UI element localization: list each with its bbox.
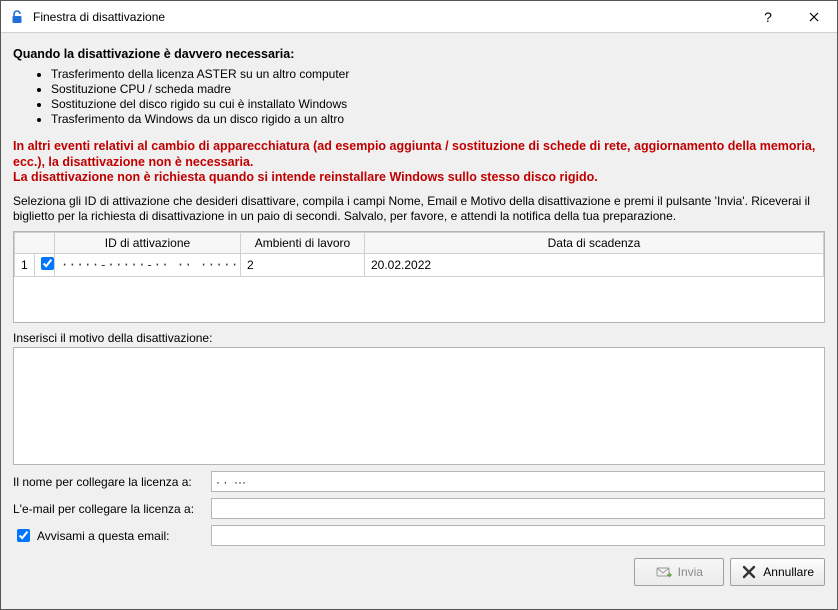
notify-checkbox[interactable] bbox=[17, 529, 30, 542]
cell-activation-id[interactable]: ·····-·····-·· ·· ····· ··· · bbox=[55, 254, 241, 277]
warning-line-2: La disattivazione non è richiesta quando… bbox=[13, 170, 598, 184]
cell-expiry[interactable]: 20.02.2022 bbox=[365, 254, 824, 277]
name-input[interactable] bbox=[211, 471, 825, 492]
table-header-seats[interactable]: Ambienti di lavoro bbox=[241, 233, 365, 254]
notify-label-wrap[interactable]: Avvisami a questa email: bbox=[13, 526, 205, 545]
lock-open-icon bbox=[9, 9, 25, 25]
deactivation-window: Finestra di disattivazione ? Quando la d… bbox=[0, 0, 838, 610]
titlebar: Finestra di disattivazione ? bbox=[1, 1, 837, 33]
table-row[interactable]: 1 ·····-·····-·· ·· ····· ··· · 2 20.02.… bbox=[15, 254, 824, 277]
table-header-expiry[interactable]: Data di scadenza bbox=[365, 233, 824, 254]
warning-line-1: In altri eventi relativi al cambio di ap… bbox=[13, 139, 815, 169]
row-number: 1 bbox=[15, 254, 35, 277]
email-row: L'e-mail per collegare la licenza a: bbox=[13, 498, 825, 519]
row-checkbox-cell[interactable] bbox=[35, 254, 55, 277]
activation-table: ID di attivazione Ambienti di lavoro Dat… bbox=[13, 231, 825, 323]
window-title: Finestra di disattivazione bbox=[33, 10, 165, 24]
dialog-body: Quando la disattivazione è davvero neces… bbox=[1, 33, 837, 609]
send-button-label: Invia bbox=[678, 565, 703, 579]
name-label: Il nome per collegare la licenza a: bbox=[13, 475, 205, 489]
table-header-blank bbox=[15, 233, 55, 254]
cancel-button-label: Annullare bbox=[763, 565, 814, 579]
send-button[interactable]: Invia bbox=[634, 558, 724, 586]
help-button[interactable]: ? bbox=[745, 1, 791, 33]
cancel-button[interactable]: Annullare bbox=[730, 558, 825, 586]
case-item: Sostituzione CPU / scheda madre bbox=[51, 82, 825, 97]
close-button[interactable] bbox=[791, 1, 837, 33]
reason-input[interactable] bbox=[13, 347, 825, 465]
case-item: Sostituzione del disco rigido su cui è i… bbox=[51, 97, 825, 112]
notify-label: Avvisami a questa email: bbox=[37, 529, 170, 543]
case-item: Trasferimento della licenza ASTER su un … bbox=[51, 67, 825, 82]
cell-seats[interactable]: 2 bbox=[241, 254, 365, 277]
mail-send-icon bbox=[656, 564, 672, 580]
notify-row: Avvisami a questa email: bbox=[13, 525, 825, 546]
heading: Quando la disattivazione è davvero neces… bbox=[13, 47, 825, 61]
email-label: L'e-mail per collegare la licenza a: bbox=[13, 502, 205, 516]
row-checkbox[interactable] bbox=[41, 257, 54, 270]
cancel-icon bbox=[741, 564, 757, 580]
instructions-text: Seleziona gli ID di attivazione che desi… bbox=[13, 194, 825, 225]
warning-text: In altri eventi relativi al cambio di ap… bbox=[13, 139, 825, 186]
case-list: Trasferimento della licenza ASTER su un … bbox=[37, 67, 825, 127]
email-input[interactable] bbox=[211, 498, 825, 519]
reason-label: Inserisci il motivo della disattivazione… bbox=[13, 331, 825, 345]
name-row: Il nome per collegare la licenza a: bbox=[13, 471, 825, 492]
case-item: Trasferimento da Windows da un disco rig… bbox=[51, 112, 825, 127]
table-header-activation-id[interactable]: ID di attivazione bbox=[55, 233, 241, 254]
dialog-footer: Invia Annullare bbox=[13, 558, 825, 586]
table-header-row: ID di attivazione Ambienti di lavoro Dat… bbox=[15, 233, 824, 254]
notify-email-input[interactable] bbox=[211, 525, 825, 546]
